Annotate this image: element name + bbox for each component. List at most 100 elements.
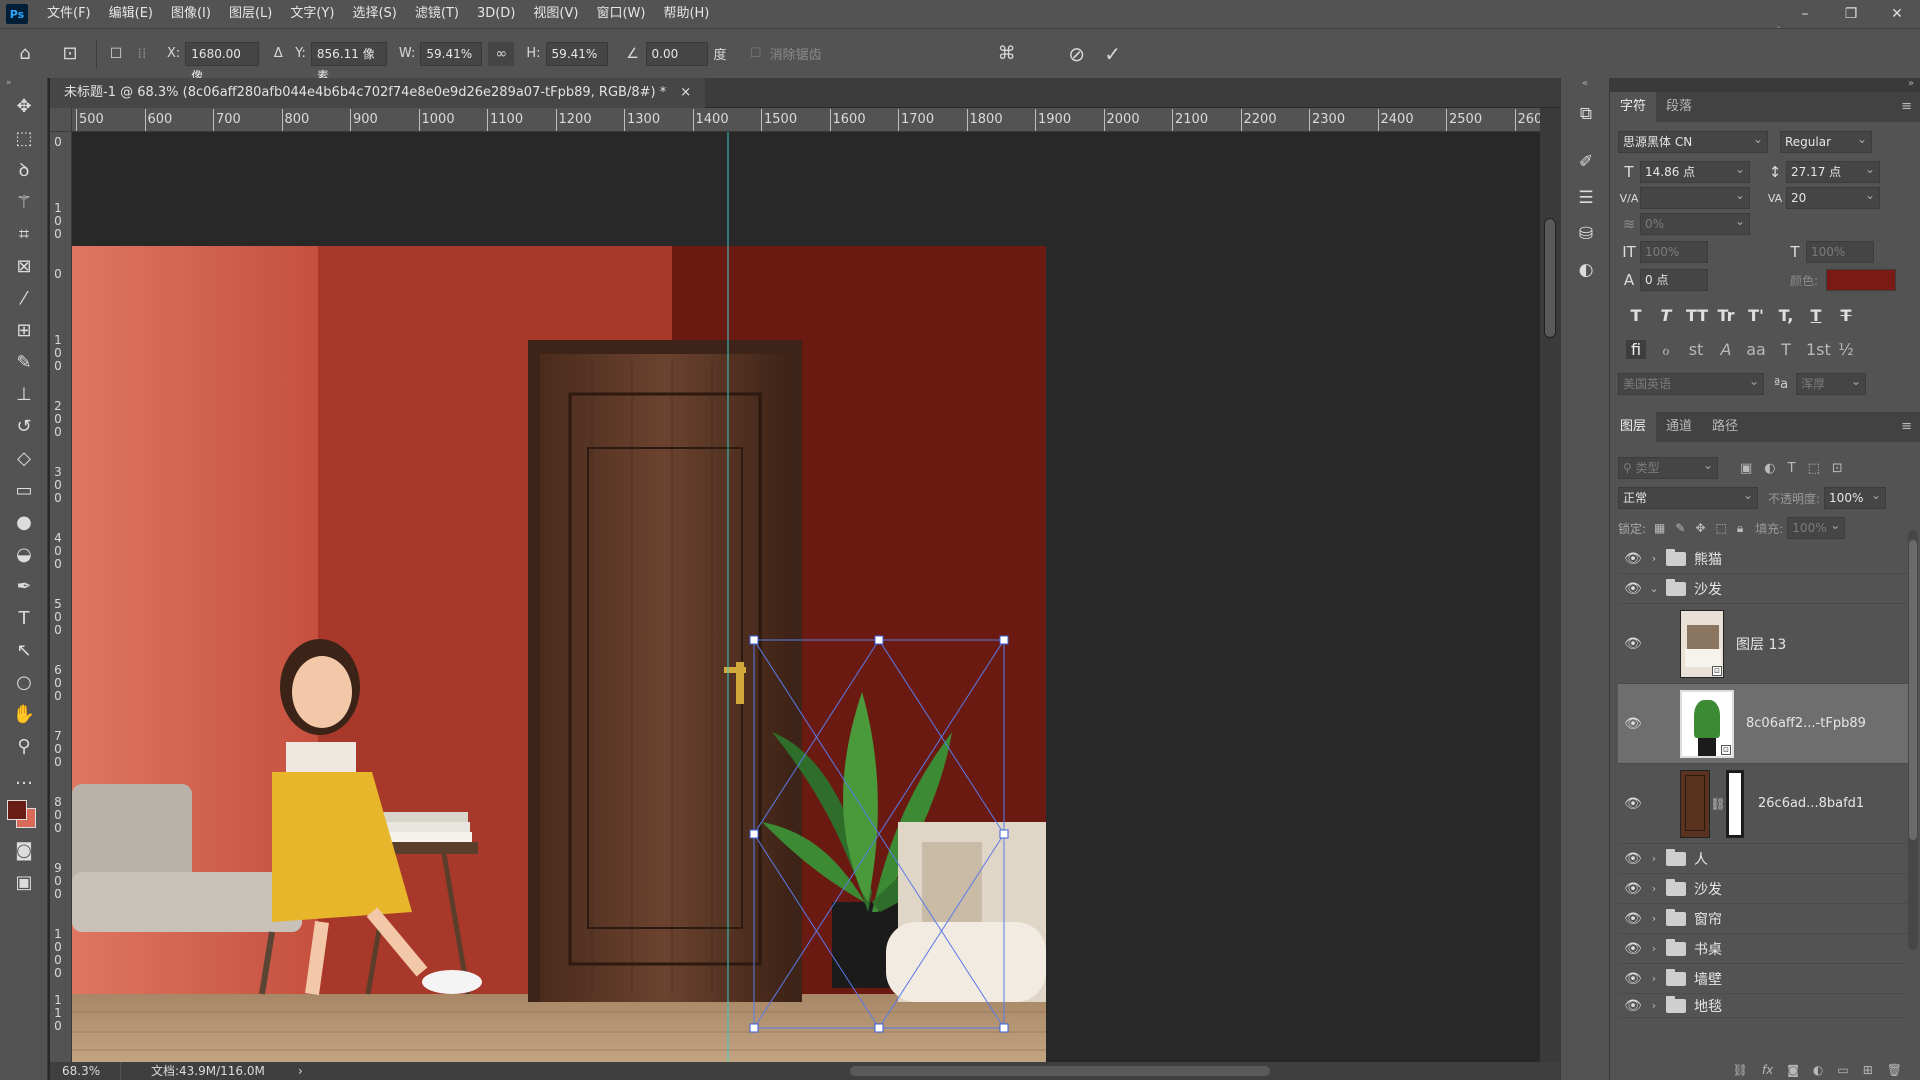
visibility-eye-icon[interactable]: 👁︎ — [1618, 911, 1648, 927]
text-color-swatch[interactable] — [1826, 269, 1897, 291]
visibility-eye-icon[interactable]: 👁︎ — [1618, 998, 1648, 1014]
hand-tool-icon[interactable]: ✋ — [0, 698, 48, 730]
chevron-right-icon[interactable]: › — [1648, 972, 1660, 985]
layer-group-carpet[interactable]: 👁︎ › 地毯 — [1618, 994, 1908, 1018]
pen-tool-icon[interactable]: ✒ — [0, 570, 48, 602]
underline-button[interactable]: T — [1806, 306, 1826, 325]
menu-edit[interactable]: 编辑(E) — [100, 0, 162, 28]
font-style-select[interactable]: Regular — [1780, 129, 1872, 153]
libraries-panel-icon[interactable]: ⛁ — [1561, 216, 1611, 252]
gradient-tool-icon[interactable]: ▭ — [0, 474, 48, 506]
pixel-filter-icon[interactable]: ▣ — [1740, 461, 1752, 476]
restore-icon[interactable]: ❐ — [1828, 0, 1874, 28]
antialias-checkbox[interactable]: ☐ — [746, 46, 766, 61]
visibility-eye-icon[interactable]: 👁︎ — [1618, 581, 1648, 597]
all-caps-button[interactable]: TT — [1686, 306, 1708, 325]
visibility-eye-icon[interactable]: 👁︎ — [1618, 851, 1648, 867]
link-icon[interactable]: ⛓ — [1733, 1063, 1748, 1077]
lock-transparent-icon[interactable]: ▦ — [1654, 521, 1665, 536]
lock-artboard-icon[interactable]: ⬚ — [1716, 521, 1727, 536]
proportional-spacing-input[interactable]: 0% — [1640, 211, 1750, 235]
close-window-icon[interactable]: ✕ — [1874, 0, 1920, 28]
discretionary-ligatures-button[interactable]: st — [1686, 340, 1706, 359]
menu-3d[interactable]: 3D(D) — [468, 0, 524, 28]
chevron-right-icon[interactable]: › — [1648, 852, 1660, 865]
document-canvas[interactable] — [72, 132, 1540, 1062]
menu-view[interactable]: 视图(V) — [524, 0, 587, 28]
mask-icon[interactable]: ◙ — [1787, 1063, 1799, 1077]
path-select-icon[interactable]: ↖ — [0, 634, 48, 666]
quick-mask-icon[interactable]: ◙ — [0, 834, 48, 866]
visibility-eye-icon[interactable]: 👁︎ — [1618, 551, 1648, 567]
menu-select[interactable]: 选择(S) — [343, 0, 405, 28]
kerning-input[interactable] — [1640, 185, 1750, 209]
layer-mask-thumbnail[interactable] — [1726, 769, 1744, 838]
brush-tool-icon[interactable]: ✎ — [0, 346, 48, 378]
tracking-input[interactable]: 20 — [1786, 185, 1880, 209]
menu-filter[interactable]: 滤镜(T) — [406, 0, 468, 28]
home-icon[interactable]: ⌂ — [0, 43, 50, 64]
magic-wand-icon[interactable]: ⚚ — [0, 186, 48, 218]
layer-group-sofa[interactable]: 👁︎ › 沙发 — [1618, 874, 1908, 904]
reference-point-checkbox[interactable]: ☐ — [103, 46, 129, 62]
crop-tool-icon[interactable]: ⌗ — [0, 218, 48, 250]
dodge-tool-icon[interactable]: ◒ — [0, 538, 48, 570]
foreground-color-swatch[interactable] — [7, 800, 27, 820]
menu-image[interactable]: 图像(I) — [162, 0, 220, 28]
healing-brush-icon[interactable]: ⊞ — [0, 314, 48, 346]
ligatures-button[interactable]: fi — [1626, 339, 1646, 359]
chevron-right-icon[interactable]: › — [1648, 882, 1660, 895]
superscript-button[interactable]: T' — [1746, 306, 1766, 325]
horizontal-ruler[interactable]: 500 600 700 800 900 1000 1100 1200 1300 1400 1500 1… — [72, 108, 1540, 132]
adjustment-filter-icon[interactable]: ◐ — [1764, 461, 1775, 476]
visibility-eye-icon[interactable]: 👁︎ — [1618, 881, 1648, 897]
layers-scroll-thumb[interactable] — [1909, 540, 1917, 840]
adjustments-panel-icon[interactable]: ☰ — [1561, 180, 1611, 216]
chevron-right-icon[interactable]: › — [1648, 912, 1660, 925]
visibility-eye-icon[interactable]: 👁︎ — [1618, 796, 1648, 812]
eyedropper-icon[interactable]: ⁄ — [0, 282, 48, 314]
frame-tool-icon[interactable]: ⊠ — [0, 250, 48, 282]
color-panel-icon[interactable]: ◐ — [1561, 252, 1611, 288]
lock-pixels-icon[interactable]: ✎ — [1675, 521, 1685, 536]
fx-icon[interactable]: fx — [1762, 1063, 1773, 1077]
visibility-eye-icon[interactable]: 👁︎ — [1618, 636, 1648, 652]
layer-door[interactable]: 👁︎ ⛓ 26c6ad...8bafd1 — [1618, 764, 1908, 844]
layer-13[interactable]: 👁︎ ⊡ 图层 13 — [1618, 604, 1908, 684]
ellipse-tool-icon[interactable]: ○ — [0, 666, 48, 698]
chevron-down-icon[interactable]: ⌄ — [1648, 582, 1660, 595]
vertical-ruler[interactable]: 0 1 0 0 0 1 0 0 2 0 0 3 0 0 4 0 0 5 0 0 6 0 0 7 0… — [50, 132, 72, 1062]
new-layer-icon[interactable]: ⊞ — [1863, 1063, 1873, 1077]
faux-italic-button[interactable]: T — [1656, 306, 1676, 325]
canvas-vertical-scrollbar[interactable] — [1540, 108, 1560, 1062]
angle-input[interactable]: 0.00 — [645, 41, 708, 66]
lock-all-icon[interactable]: 🔒︎ — [1737, 521, 1743, 536]
menu-type[interactable]: 文字(Y) — [281, 0, 343, 28]
titling-alternates-button[interactable]: T — [1776, 340, 1796, 359]
layer-group-panda[interactable]: 👁︎ › 熊猫 — [1618, 544, 1908, 574]
menu-layer[interactable]: 图层(L) — [220, 0, 281, 28]
type-tool-icon[interactable]: T — [0, 602, 48, 634]
zoom-tool-icon[interactable]: ⚲ — [0, 730, 48, 762]
tab-paragraph[interactable]: 段落 — [1656, 92, 1702, 122]
transform-reference-icon[interactable]: ⊡ — [50, 43, 90, 64]
brush-settings-icon[interactable]: ✐ — [1561, 144, 1611, 180]
tab-channels[interactable]: 通道 — [1656, 412, 1702, 442]
lasso-tool-icon[interactable]: ꝺ — [0, 154, 48, 186]
h-input[interactable]: 59.41% — [545, 41, 608, 66]
layer-plant-selected[interactable]: 👁︎ ⊡ 8c06aff2...-tFpb89 — [1618, 684, 1908, 764]
scroll-thumb[interactable] — [1544, 218, 1556, 338]
eraser-icon[interactable]: ◇ — [0, 442, 48, 474]
color-swatches[interactable] — [0, 794, 47, 834]
y-input[interactable]: 856.11 像素 — [310, 41, 387, 83]
close-tab-icon[interactable]: × — [680, 78, 691, 108]
history-panel-icon[interactable]: ⧉ — [1561, 96, 1611, 132]
swash-button[interactable]: A — [1716, 340, 1736, 359]
subscript-button[interactable]: T, — [1776, 306, 1796, 325]
leading-input[interactable]: 27.17 点 — [1786, 159, 1880, 183]
opacity-input[interactable]: 100% — [1824, 485, 1887, 509]
chevron-right-icon[interactable]: › — [1648, 942, 1660, 955]
commit-transform-icon[interactable]: ✓ — [1098, 42, 1128, 66]
link-aspect-icon[interactable]: ∞ — [488, 41, 515, 66]
fill-input[interactable]: 100% — [1787, 515, 1846, 539]
